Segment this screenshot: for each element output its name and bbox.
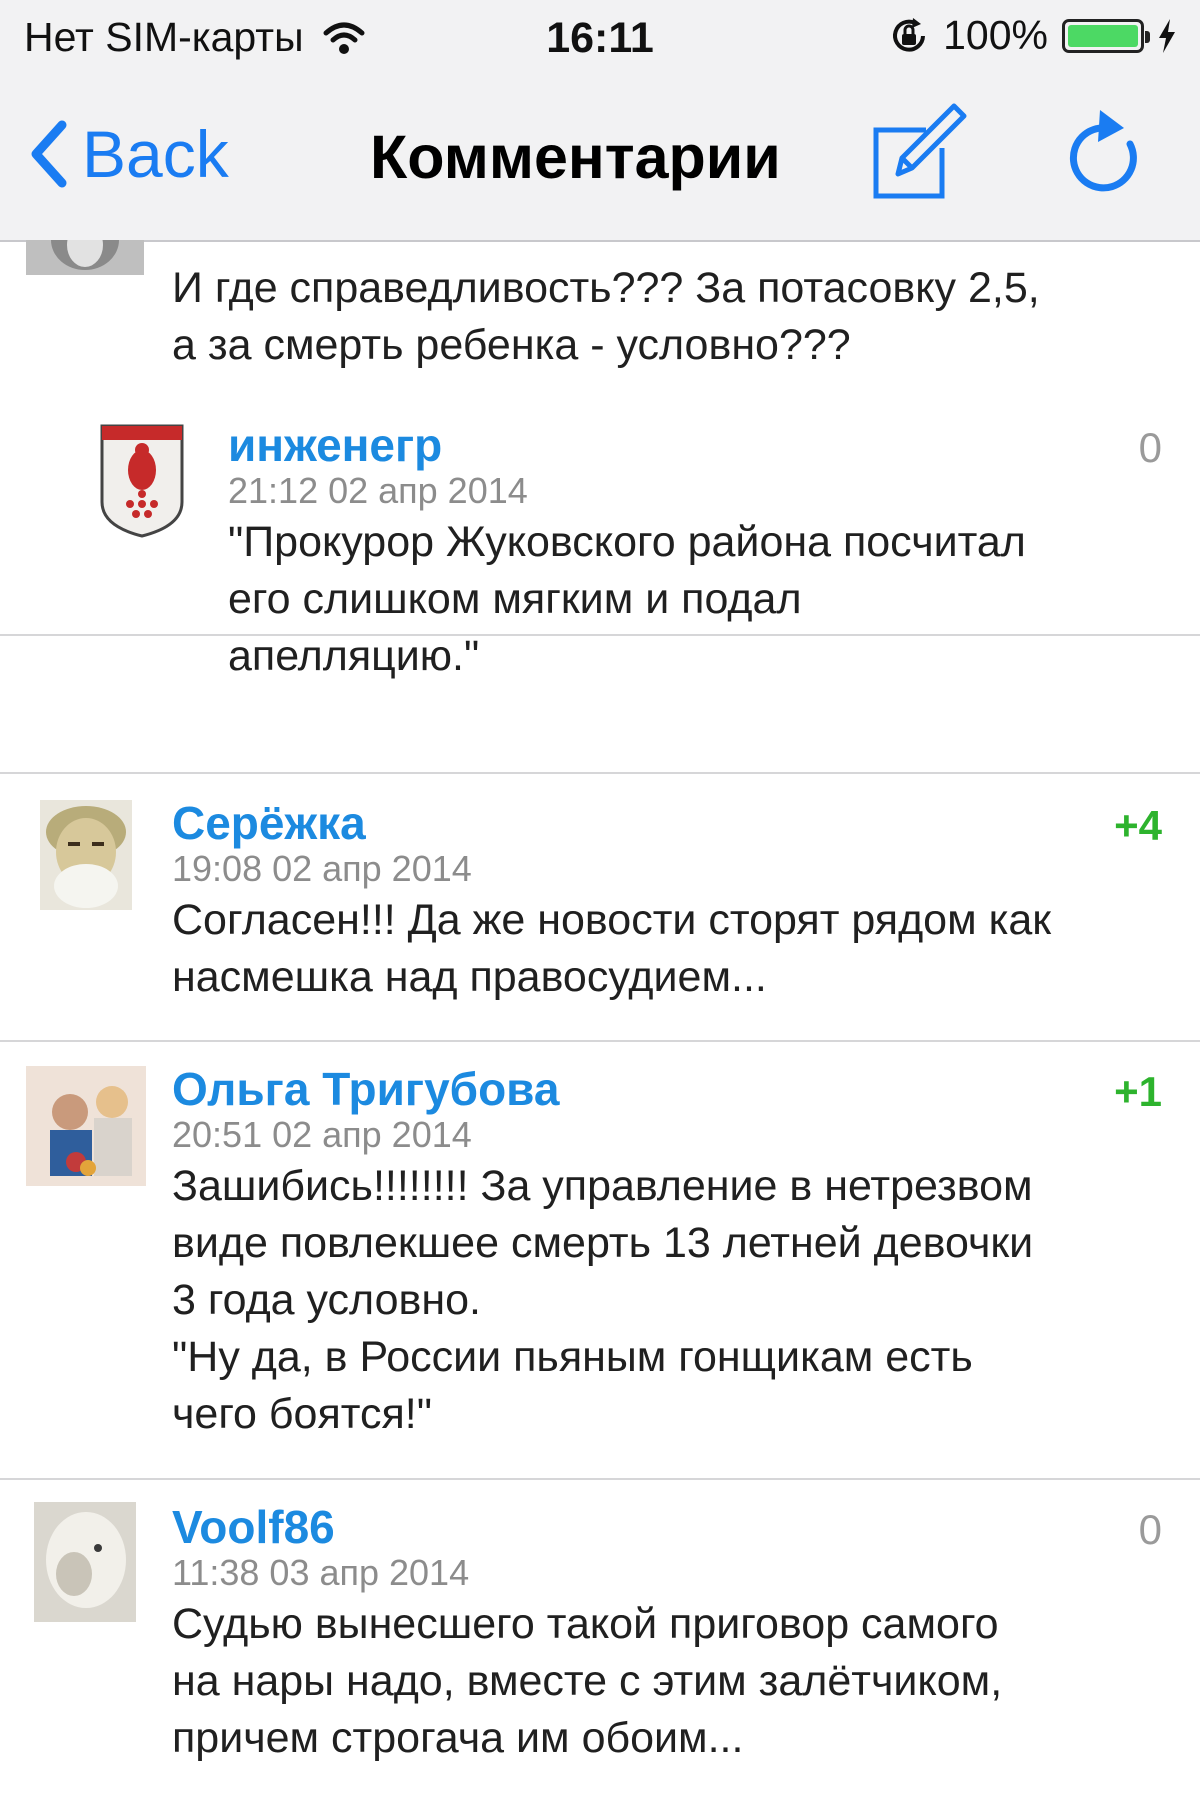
refresh-icon	[1069, 110, 1137, 192]
comment-text: "Прокурор Жуковского района посчитал его…	[228, 518, 1026, 680]
status-right: 100%	[889, 12, 1176, 59]
comment-author[interactable]: Серёжка	[172, 796, 366, 850]
battery-nub	[1145, 30, 1150, 43]
back-button[interactable]: Back	[28, 116, 229, 192]
comment-rating: +4	[1114, 802, 1162, 849]
avatar[interactable]	[26, 240, 144, 275]
compose-icon	[873, 103, 967, 199]
avatar-photo	[34, 1502, 136, 1622]
battery-percent: 100%	[943, 12, 1048, 58]
battery-icon	[1062, 18, 1150, 53]
comment-item[interactable]: Серёжка +4 19:08 02 апр 2014 Согласен!!!…	[0, 774, 1200, 1042]
charging-bolt-icon	[1159, 18, 1175, 53]
back-label: Back	[82, 117, 229, 191]
comment-item[interactable]: инженегр 0 21:12 02 апр 2014 "Прокурор Ж…	[0, 396, 1200, 774]
compose-button[interactable]	[868, 102, 968, 202]
comment-text: Зашибись!!!!!!!! За управление в нетрезв…	[172, 1162, 1034, 1438]
comment-rating: 0	[1138, 1506, 1162, 1553]
comment-author[interactable]: инженегр	[228, 418, 442, 472]
avatar[interactable]	[34, 1502, 136, 1622]
comment-text: Согласен!!! Да же новости сторят рядом к…	[172, 896, 1052, 1001]
coat-of-arms-avatar	[100, 424, 184, 538]
battery-fill	[1068, 24, 1138, 47]
status-bar: Нет SIM-карты 16:11 100%	[0, 0, 1200, 80]
comment-time: 21:12 02 апр 2014	[228, 470, 528, 511]
comment-text: И где справедливость??? За потасовку 2,5…	[172, 264, 1040, 369]
avatar[interactable]	[40, 800, 132, 910]
navigation-bar: Back Комментарии	[0, 80, 1200, 242]
chevron-left-icon	[31, 120, 67, 188]
comment-item[interactable]: Voolf86 0 11:38 03 апр 2014 Судью вынесш…	[0, 1478, 1200, 1800]
comment-rating: 0	[1138, 424, 1162, 471]
avatar[interactable]	[26, 1066, 146, 1186]
comment-time: 11:38 03 апр 2014	[172, 1552, 470, 1593]
rotation-lock-icon	[893, 17, 926, 52]
comment-author[interactable]: Ольга Тригубова	[172, 1062, 559, 1116]
avatar-photo	[40, 800, 132, 910]
comment-author[interactable]: Voolf86	[172, 1500, 335, 1554]
avatar-photo	[26, 240, 144, 275]
comment-time: 19:08 02 апр 2014	[172, 848, 472, 889]
comment-time: 20:51 02 апр 2014	[172, 1114, 472, 1155]
page-title: Комментарии	[370, 123, 781, 191]
comment-text: Судью вынесшего такой приговор самого на…	[172, 1600, 1003, 1762]
avatar-photo	[26, 1066, 146, 1186]
comment-item[interactable]: Ольга Тригубова +1 20:51 02 апр 2014 Заш…	[0, 1040, 1200, 1480]
avatar[interactable]	[98, 422, 186, 540]
comment-rating: +1	[1114, 1068, 1162, 1115]
comments-list[interactable]: И где справедливость??? За потасовку 2,5…	[0, 240, 1200, 1800]
refresh-button[interactable]	[1066, 106, 1148, 198]
